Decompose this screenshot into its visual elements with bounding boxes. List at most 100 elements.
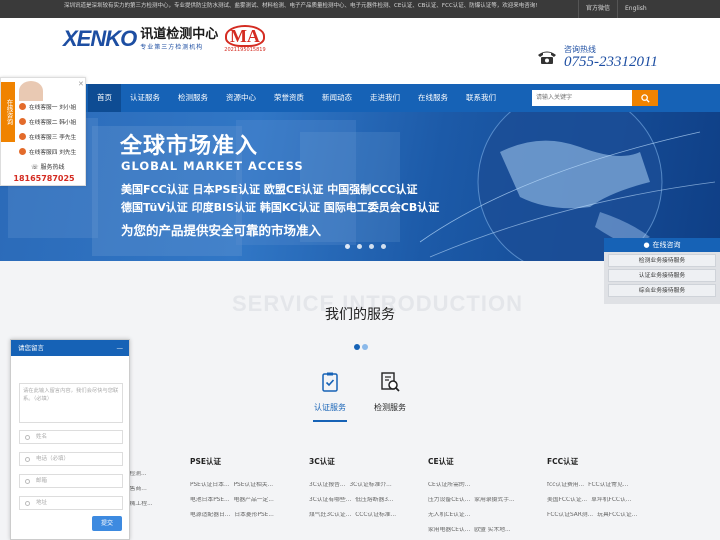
list-item[interactable]: fcc认证费用... FCC认证常见... [547,482,657,488]
service-link[interactable]: 电源适配器日... [190,512,230,518]
clipboard-check-icon [322,372,338,392]
nav-about[interactable]: 走进我们 [361,84,409,112]
list-item[interactable]: 美国FCC认证... 草坪机FCC认... [547,497,657,503]
telephone-icon [538,51,556,64]
chat-agent-2[interactable]: 在线客服二 韩小姐 [19,117,76,126]
service-link[interactable]: 家用电器CE认... [428,527,470,533]
search-input[interactable] [532,90,632,106]
banner-dot-2[interactable] [357,244,362,249]
nav-certification[interactable]: 认证服务 [121,84,169,112]
service-link[interactable]: 煤气灶3C认证... [309,512,351,518]
banner-dot-4[interactable] [381,244,386,249]
banner-tagline: 为您的产品提供安全可靠的市场准入 [121,223,322,238]
service-link[interactable]: 低压熔断器3... [355,497,393,503]
submit-button[interactable]: 提交 [92,516,122,531]
hotline-text: 服务热线 [40,164,65,171]
chat-agent-icon [19,118,26,125]
service-link[interactable]: 电器产品一定... [234,497,274,503]
service-link[interactable]: 家用录摄式手... [474,497,514,503]
tab-testing-service[interactable]: 检测服务 [360,371,420,413]
logo-cn: 讯道检测中心 [140,26,219,42]
tab-testing-label: 检测服务 [374,403,406,412]
service-link[interactable]: CCC认证标准... [355,512,396,518]
top-links: 官方微信 English [578,0,654,18]
chat-agent-4[interactable]: 在线客服四 刘先生 [19,147,76,156]
service-link[interactable]: FCC认证常见... [588,482,628,488]
logo-sub: 专业第三方检测机构 [140,43,204,51]
list-item[interactable]: PSE认证日本... PSE认证相关... [190,482,300,488]
nav-news[interactable]: 新闻动态 [313,84,361,112]
english-link[interactable]: English [617,0,654,18]
chat-bubble-icon: ● [643,241,650,249]
list-item[interactable]: 压力设备CE认... 家用录摄式手... [428,497,538,503]
main-nav: 首页 认证服务 检测服务 资源中心 荣誉资质 新闻动态 走进我们 在线服务 联系… [0,84,720,112]
service-link[interactable]: 3C认证标准介... [349,482,391,488]
message-textarea[interactable]: 请在此输入留言内容，我们会尽快与您联系。（必填） [19,383,123,423]
banner-dot-1[interactable] [345,244,350,249]
service-link[interactable]: 美国FCC认证... [547,497,587,503]
service-link[interactable]: FCC认证SAR测... [547,512,593,518]
nav-testing[interactable]: 检测服务 [169,84,217,112]
address-field[interactable]: 地址 [19,496,123,510]
list-item[interactable]: 煤气灶3C认证... CCC认证标准... [309,512,419,518]
general-reception-button[interactable]: 综合业务接待服务 [608,284,716,297]
service-link[interactable]: 草坪机FCC认... [591,497,631,503]
phone-field[interactable]: 电话（必填） [19,452,123,466]
list-item[interactable]: 3C认证有哪些... 低压熔断器3... [309,497,419,503]
service-link[interactable]: 日本菱形PSE... [234,512,274,518]
message-header: 请您留言 — [11,340,129,356]
chat-agent-icon [19,148,26,155]
banner-pagination [345,244,386,249]
message-title: 请您留言 [18,344,44,352]
tab-certification-service[interactable]: 认证服务 [300,371,360,422]
nav-contact[interactable]: 联系我们 [457,84,505,112]
list-item[interactable]: 无人机CE认证... [428,512,538,518]
field-placeholder: 邮箱 [36,478,48,484]
minimize-icon[interactable]: — [117,340,124,356]
service-link[interactable]: PSE认证日本... [190,482,230,488]
list-item[interactable]: 电源适配器日... 日本菱形PSE... [190,512,300,518]
service-link[interactable]: 压力设备CE认... [428,497,470,503]
title-decoration [354,344,368,350]
banner-line-1: 美国FCC认证 日本PSE认证 欧盟CE认证 中国强制CCC认证 [121,183,418,196]
service-link[interactable]: 3C认证报告... [309,482,345,488]
nav-honors[interactable]: 荣誉资质 [265,84,313,112]
testing-reception-button[interactable]: 检测业务接待服务 [608,254,716,267]
service-link[interactable]: fcc认证费用... [547,482,584,488]
certification-reception-button[interactable]: 认证业务接待服务 [608,269,716,282]
banner-dot-3[interactable] [369,244,374,249]
search-button[interactable] [632,90,658,106]
nav-home[interactable]: 首页 [88,84,121,112]
chat-agent-icon [19,103,26,110]
service-link[interactable]: 3C认证有哪些... [309,497,351,503]
list-item[interactable]: 电池日本PSE... 电器产品一定... [190,497,300,503]
service-link[interactable]: 无人机CE认证... [428,512,470,518]
service-title: 我们的服务 [325,307,395,323]
chat-agent-3[interactable]: 在线客服三 李先生 [19,132,76,141]
field-placeholder: 电话（必填） [36,456,70,462]
wechat-link[interactable]: 官方微信 [578,0,617,18]
column-heading: CE认证 [428,457,454,466]
email-field[interactable]: 邮箱 [19,474,123,488]
list-item[interactable]: FCC认证SAR测... 玩具FCC认证... [547,512,657,518]
chat-agent-1[interactable]: 在线客服一 刘小姐 [19,102,76,111]
list-item[interactable]: 家用电器CE认... 欧盟 实木地... [428,527,538,533]
service-link[interactable]: PSE认证相关... [234,482,274,488]
service-link[interactable]: 电池日本PSE... [190,497,230,503]
nav-online-service[interactable]: 在线服务 [409,84,457,112]
list-item[interactable]: 3C认证报告... 3C认证标准介... [309,482,419,488]
user-icon [25,435,30,440]
agent-label: 在线客服二 韩小姐 [29,120,77,126]
right-chat-widget: ● 在线咨询 检测业务接待服务 认证业务接待服务 综合业务接待服务 [604,238,720,304]
name-field[interactable]: 姓名 [19,430,123,444]
close-icon[interactable]: ✕ [78,80,84,88]
nav-resources[interactable]: 资源中心 [217,84,265,112]
list-item[interactable]: CE认证所需的... [428,482,538,488]
service-link[interactable]: 玩具FCC认证... [597,512,637,518]
right-chat-header[interactable]: ● 在线咨询 [604,238,720,252]
service-link[interactable]: 欧盟 实木地... [474,527,510,533]
chat-agent-icon [19,133,26,140]
site-logo[interactable]: XENKO 讯道检测中心 专业第三方检测机构 MA 2021195015819 [63,24,266,54]
online-consult-tab[interactable]: 在线咨询 [1,82,15,142]
service-link[interactable]: CE认证所需的... [428,482,470,488]
